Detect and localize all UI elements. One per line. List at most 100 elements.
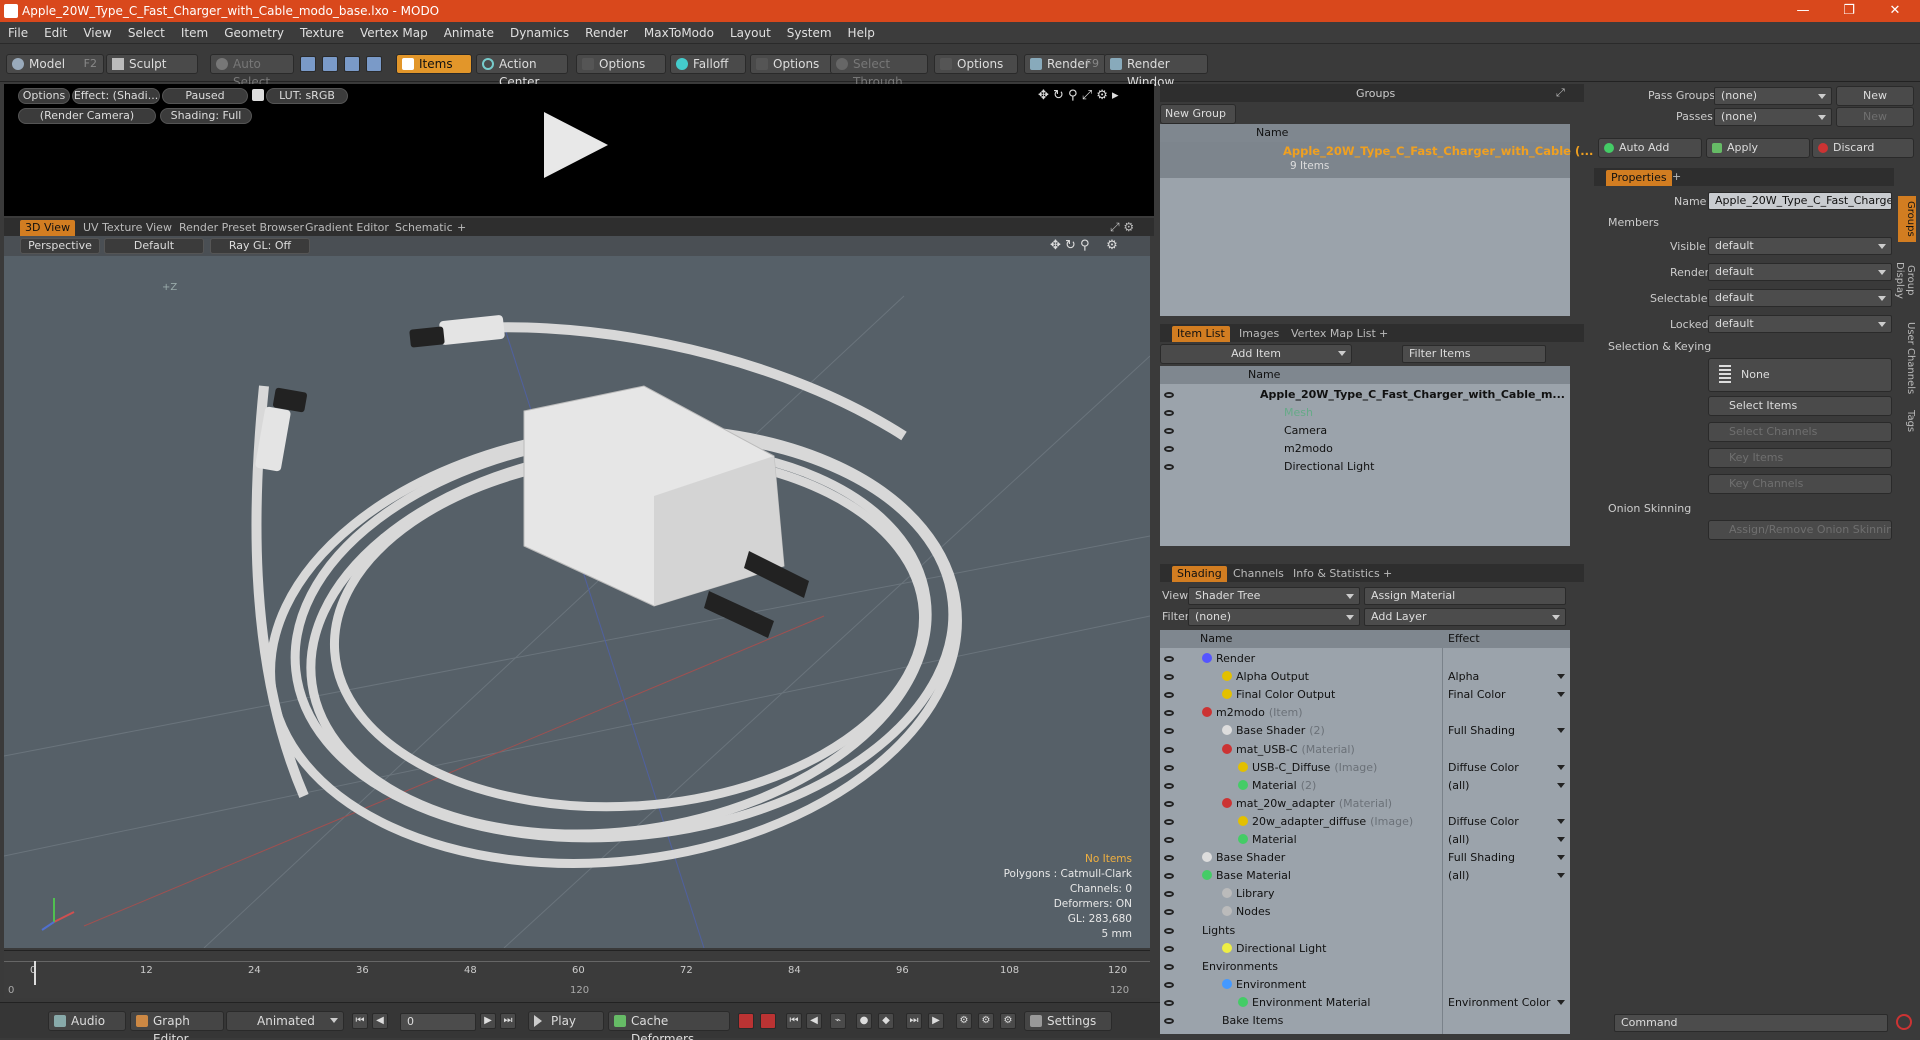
shader-tree-row[interactable]: Bake Items [1160,1012,1570,1030]
shader-tree-row[interactable]: Final Color Output Final Color [1160,686,1570,704]
list-item[interactable]: Camera [1160,422,1570,440]
new-group-button[interactable]: New Group [1160,104,1236,124]
shader-row-effect[interactable]: (all) [1448,777,1469,795]
add-tab-button[interactable]: + [452,220,471,236]
preview-nav-icons[interactable]: ✥ ↻ ⚲ ⤢ ⚙ ▸ [1038,88,1119,103]
eye-icon[interactable] [1164,981,1174,988]
menu-system[interactable]: System [779,22,840,44]
shader-tree-row[interactable]: Lights [1160,922,1570,940]
preview-paused-button[interactable]: Paused [162,88,248,104]
eye-icon[interactable] [1164,945,1174,952]
menu-animate[interactable]: Animate [436,22,502,44]
preview-lut-dropdown[interactable]: LUT: sRGB [266,88,348,104]
go-to-end-icon[interactable]: ⏭ [500,1013,516,1029]
shader-row-effect[interactable]: Full Shading [1448,722,1515,740]
edges-mode-icon[interactable] [322,56,338,72]
eye-icon[interactable] [1164,428,1174,434]
command-input[interactable]: Command [1614,1014,1888,1032]
apply-button[interactable]: Apply [1706,138,1810,158]
new-pass-button[interactable]: New [1836,107,1914,127]
play-icon[interactable] [544,112,608,178]
eye-icon[interactable] [1164,800,1174,807]
menu-geometry[interactable]: Geometry [216,22,292,44]
menu-help[interactable]: Help [840,22,883,44]
pass-groups-dropdown[interactable]: (none) [1714,87,1832,105]
next-key-icon[interactable]: ⏭ [906,1013,922,1029]
eye-icon[interactable] [1164,927,1174,934]
eye-icon[interactable] [1164,674,1174,681]
shader-row-effect[interactable]: (all) [1448,867,1469,885]
list-item[interactable]: Directional Light [1160,458,1570,476]
key-options-icon[interactable]: ⚙ [956,1013,972,1029]
shader-row-effect[interactable]: Full Shading [1448,849,1515,867]
menu-texture[interactable]: Texture [292,22,352,44]
shader-tree-row[interactable]: Render [1160,650,1570,668]
stop-icon[interactable] [1896,1014,1912,1030]
tab-shading[interactable]: Shading [1172,566,1227,582]
menu-edit[interactable]: Edit [36,22,75,44]
default-dropdown[interactable]: Default [104,238,204,254]
3d-viewport[interactable]: +Z No Items Polygons : Catmull-Clark Cha… [4,236,1150,948]
menu-vertex-map[interactable]: Vertex Map [352,22,436,44]
shader-tree-row[interactable]: Environment [1160,976,1570,994]
eye-icon[interactable] [1164,1018,1174,1024]
shader-tree-row[interactable]: Environment Material Environment Color [1160,994,1570,1012]
shader-row-effect[interactable]: Alpha [1448,668,1479,686]
select-channels-button[interactable]: Select Channels [1708,422,1892,442]
timeline[interactable]: 0 12 24 36 48 60 72 84 96 108 120 0 120 … [4,950,1150,998]
key-channels-button[interactable]: Key Channels [1708,474,1892,494]
render-button[interactable]: Render F9 [1024,54,1106,74]
falloff-button[interactable]: Falloff [670,54,746,74]
add-layer-dropdown[interactable]: Add Layer [1364,608,1566,626]
new-pass-group-button[interactable]: New [1836,86,1914,106]
model-button[interactable]: Model F2 [6,54,104,74]
shader-row-effect[interactable]: (all) [1448,831,1469,849]
shader-tree[interactable]: Name Effect Render Alpha Output Alpha Final… [1160,630,1570,1034]
current-frame-input[interactable]: 0 [400,1013,476,1031]
view-dropdown[interactable]: Shader Tree [1188,587,1360,605]
key-tool-icon[interactable]: ⌁ [830,1013,846,1029]
passes-dropdown[interactable]: (none) [1714,108,1832,126]
sculpt-button[interactable]: Sculpt [106,54,198,74]
key-items-button[interactable]: Key Items [1708,448,1892,468]
menu-render[interactable]: Render [577,22,636,44]
materials-mode-icon[interactable] [366,56,382,72]
eye-icon[interactable] [1164,728,1174,735]
eye-icon[interactable] [1164,873,1174,880]
shader-tree-row[interactable]: Base Material (all) [1160,867,1570,885]
preview-camera-dropdown[interactable]: (Render Camera) [18,108,156,124]
tab-uv-texture-view[interactable]: UV Texture View [78,220,177,236]
shader-row-effect[interactable]: Final Color [1448,686,1506,704]
shader-tree-row[interactable]: Directional Light [1160,940,1570,958]
tab-schematic[interactable]: Schematic [390,220,458,236]
shader-tree-row[interactable]: Environments [1160,958,1570,976]
graph-editor-button[interactable]: Graph Editor [130,1011,224,1040]
timeline-playhead[interactable] [34,961,36,985]
cache-deformers-button[interactable]: Cache Deformers [608,1011,730,1040]
tab-info-statistics[interactable]: Info & Statistics [1288,566,1385,582]
shader-tree-row[interactable]: Base Shader (2) Full Shading [1160,722,1570,740]
key-settings-icon[interactable]: ⚙ [1000,1013,1016,1029]
eye-icon[interactable] [1164,891,1174,898]
menu-dynamics[interactable]: Dynamics [502,22,577,44]
step-forward-icon[interactable]: ▶ [480,1013,496,1029]
eye-icon[interactable] [1164,446,1174,452]
key-filter-icon[interactable]: ⚙ [978,1013,994,1029]
tab-3d-view[interactable]: 3D View [20,220,76,236]
locked-dropdown[interactable]: default [1708,315,1892,333]
groups-expand-icon[interactable]: ⤢ [1556,86,1565,100]
preview-shading-dropdown[interactable]: Shading: Full [160,108,252,124]
auto-key-icon[interactable] [760,1013,776,1029]
discard-button[interactable]: Discard [1812,138,1914,158]
eye-icon[interactable] [1164,909,1174,916]
preview-effect-dropdown[interactable]: Effect: (Shadi... [72,88,160,104]
shader-tree-row[interactable]: Material (2) (all) [1160,777,1570,795]
go-to-start-icon[interactable]: ⏮ [352,1013,368,1029]
eye-icon[interactable] [1164,999,1174,1006]
item-list[interactable]: Name Apple_20W_Type_C_Fast_Charger_with_… [1160,366,1570,546]
shader-tree-row[interactable]: Nodes [1160,903,1570,921]
members-section[interactable]: Members [1608,216,1659,229]
preview-options-button[interactable]: Options [18,88,70,104]
list-item[interactable]: m2modo [1160,440,1570,458]
auto-select-button[interactable]: Auto Select [210,54,294,89]
